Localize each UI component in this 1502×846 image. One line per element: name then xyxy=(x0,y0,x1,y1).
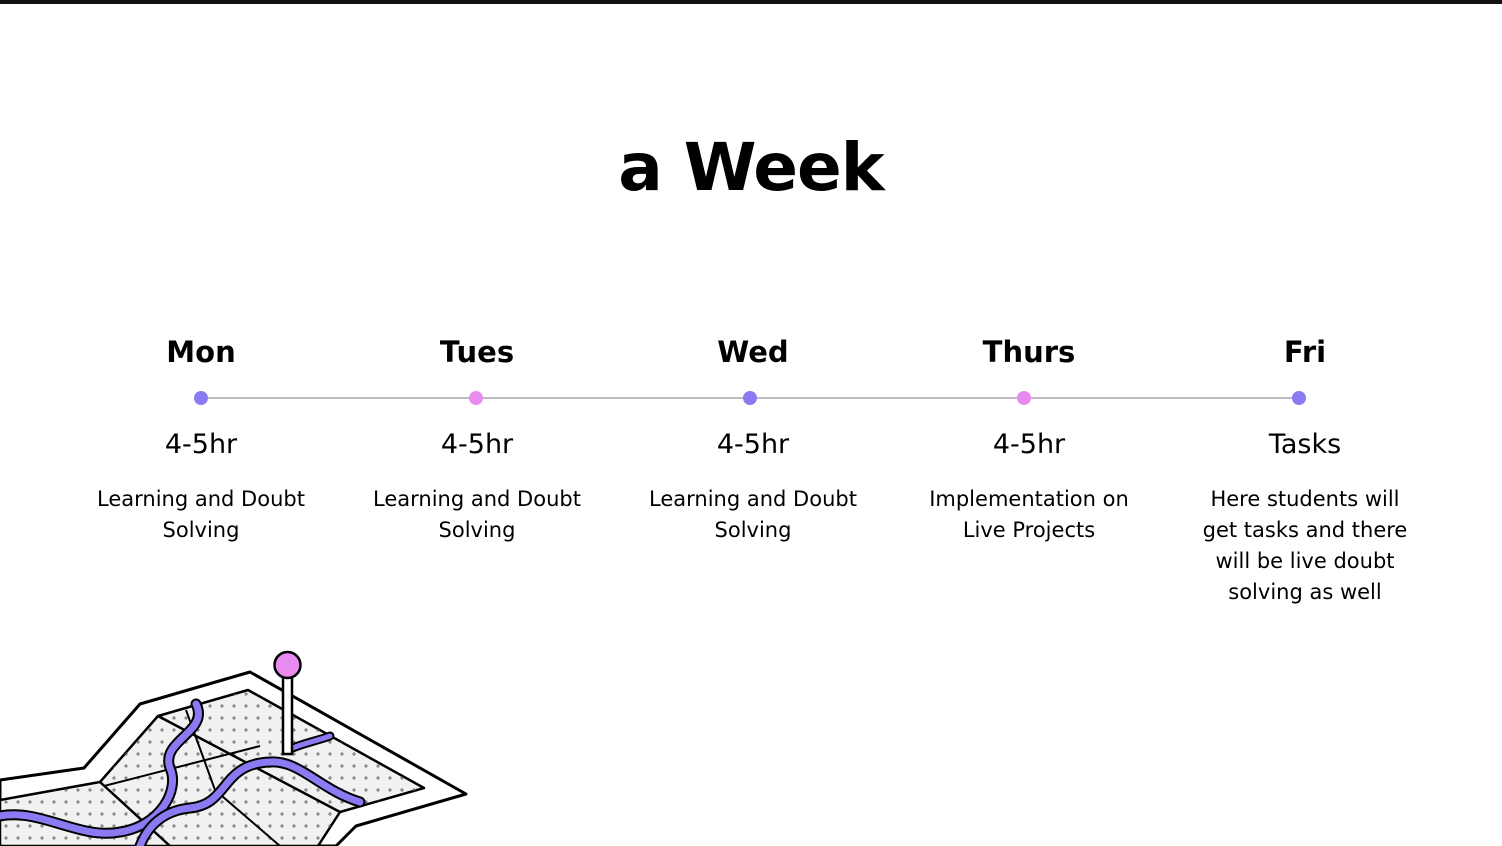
day-description: Implementation on Live Projects xyxy=(929,487,1129,542)
map-pin-illustration xyxy=(0,650,468,846)
day-label: Wed xyxy=(717,335,789,369)
timeline-dot xyxy=(194,391,208,405)
day-description: Learning and Doubt Solving xyxy=(373,487,581,542)
day-label: Fri xyxy=(1283,335,1327,369)
timeline-item-mon: Mon 4-5hr Learning and Doubt Solving xyxy=(71,330,331,542)
day-hours: 4-5hr xyxy=(992,429,1066,460)
timeline-dot xyxy=(1292,391,1306,405)
day-label: Mon xyxy=(166,335,236,369)
day-label: Thurs xyxy=(982,335,1076,369)
day-description: Learning and Doubt Solving xyxy=(97,487,305,542)
slide-title: a Week xyxy=(618,129,884,206)
timeline-item-thurs: Thurs 4-5hr Implementation on Live Proje… xyxy=(899,330,1159,542)
day-hours: Tasks xyxy=(1268,429,1342,460)
timeline-item-wed: Wed 4-5hr Learning and Doubt Solving xyxy=(623,330,883,542)
day-hours: 4-5hr xyxy=(716,429,790,460)
timeline-dot xyxy=(469,391,483,405)
top-border xyxy=(0,0,1502,4)
day-hours: 4-5hr xyxy=(440,429,514,460)
timeline-item-fri: Fri Tasks Here students will get tasks a… xyxy=(1175,330,1435,604)
timeline-item-tues: Tues 4-5hr Learning and Doubt Solving xyxy=(347,330,607,542)
timeline-dot xyxy=(1017,391,1031,405)
day-description: Here students will get tasks and there w… xyxy=(1202,487,1408,604)
day-hours: 4-5hr xyxy=(164,429,238,460)
day-label: Tues xyxy=(439,335,515,369)
day-description: Learning and Doubt Solving xyxy=(649,487,857,542)
timeline-dot xyxy=(743,391,757,405)
